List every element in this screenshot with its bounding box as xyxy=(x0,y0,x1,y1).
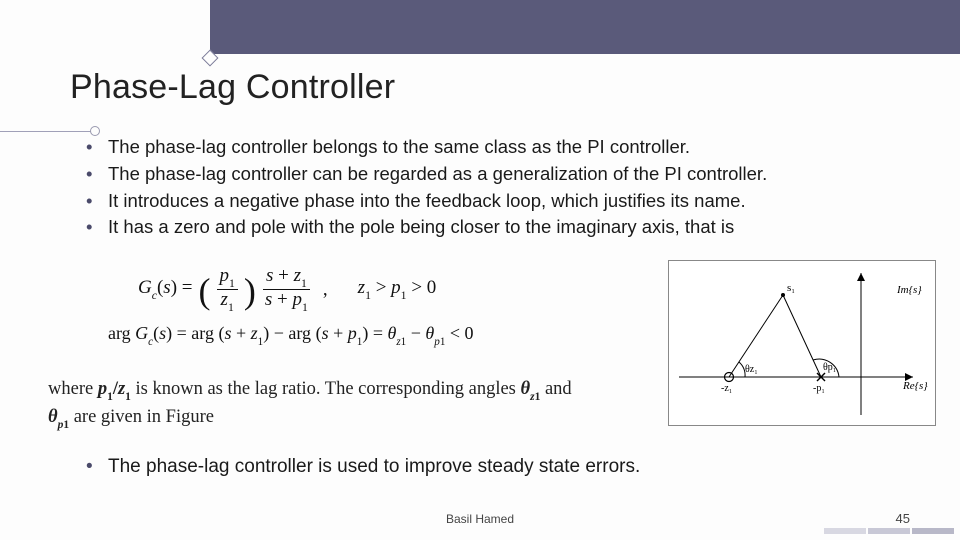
fraction-pz: p1 z1 xyxy=(217,266,238,313)
f-arg: arg xyxy=(288,323,315,343)
diag-mz: -z₁ xyxy=(721,383,732,394)
bullet-item: • The phase-lag controller can be regard… xyxy=(86,161,920,188)
f-1: 1 xyxy=(401,336,407,348)
f-z: z xyxy=(251,323,258,343)
f-s: s xyxy=(322,323,329,343)
bullet-item: • It has a zero and pole with the pole b… xyxy=(86,214,920,241)
bullet-text: It has a zero and pole with the pole bei… xyxy=(108,214,734,241)
f-G: G xyxy=(138,277,152,298)
w-theta: θ xyxy=(48,407,58,427)
big-paren-open: ( xyxy=(199,281,211,303)
fraction-sz-sp: s + z1 s + p1 xyxy=(262,266,311,313)
footer-author: Basil Hamed xyxy=(446,512,514,526)
formula-line-2: arg Gc(s) = arg (s + z1) − arg (s + p1) … xyxy=(108,323,668,347)
f-gt: > xyxy=(371,277,391,298)
bullet-text: The phase-lag controller belongs to the … xyxy=(108,134,690,161)
f-plus: + xyxy=(272,289,292,310)
f-minus: − xyxy=(406,323,425,343)
last-bullet-text: The phase-lag controller is used to impr… xyxy=(108,456,640,478)
w-prefix: where xyxy=(48,379,98,399)
f-1: 1 xyxy=(258,336,264,348)
f-1: 1 xyxy=(301,277,307,290)
f-1: 1 xyxy=(228,301,234,314)
formula-line-1: Gc(s) = ( p1 z1 ) s + z1 s + p1 , z1 > p… xyxy=(138,266,668,313)
f-p: p xyxy=(391,277,401,298)
bullet-dot: • xyxy=(86,134,108,161)
w-theta: θ xyxy=(521,379,531,399)
w-and: and xyxy=(540,379,571,399)
f-z: z xyxy=(358,277,365,298)
bullet-text: It introduces a negative phase into the … xyxy=(108,188,746,215)
f-comma: , xyxy=(323,279,328,301)
f-theta: θ xyxy=(425,323,434,343)
diag-s1: s₁ xyxy=(787,282,795,294)
f-p: p xyxy=(220,265,230,286)
f-z: z xyxy=(294,265,301,286)
f-p: p xyxy=(348,323,357,343)
diag-im: Im{s} xyxy=(896,284,922,296)
w-1: 1 xyxy=(535,391,541,403)
f-1: 1 xyxy=(365,289,371,302)
diag-thz: θz₁ xyxy=(745,364,758,375)
w-1: 1 xyxy=(63,419,69,431)
bullet-list: • The phase-lag controller belongs to th… xyxy=(86,134,920,241)
bullet-dot: • xyxy=(86,188,108,215)
w-mid: is known as the lag ratio. The correspon… xyxy=(131,379,521,399)
w-1: 1 xyxy=(107,391,113,403)
diag-re: Re{s} xyxy=(902,380,928,392)
f-z: z xyxy=(221,289,228,310)
f-1: 1 xyxy=(302,301,308,314)
f-c: c xyxy=(152,289,157,302)
f-1: 1 xyxy=(357,336,363,348)
f-gt: > xyxy=(407,277,427,298)
w-p: p xyxy=(98,379,107,399)
bullet-item: • It introduces a negative phase into th… xyxy=(86,188,920,215)
f-arg: arg xyxy=(191,323,218,343)
f-eq: ) = xyxy=(171,277,193,298)
f-1: 1 xyxy=(401,289,407,302)
w-tail: are given in Figure xyxy=(69,407,214,427)
f-s: s xyxy=(159,323,166,343)
footer-page-number: 45 xyxy=(896,511,910,526)
formula-block: Gc(s) = ( p1 z1 ) s + z1 s + p1 , z1 > p… xyxy=(138,266,668,347)
f-arg: arg xyxy=(108,323,135,343)
f-plus: + xyxy=(329,323,348,343)
f-1: 1 xyxy=(229,277,235,290)
f-plus: + xyxy=(273,265,293,286)
f-c: c xyxy=(148,336,153,348)
pole-zero-diagram: s₁ θz₁ θp₁ -z₁ -p₁ Im{s} Re{s} xyxy=(668,260,936,426)
f-theta: θ xyxy=(387,323,396,343)
bullet-item: • The phase-lag controller belongs to th… xyxy=(86,134,920,161)
where-text: where p1/z1 is known as the lag ratio. T… xyxy=(48,376,640,433)
diagram-svg: s₁ θz₁ θp₁ -z₁ -p₁ Im{s} Re{s} xyxy=(669,261,935,425)
diag-thp: θp₁ xyxy=(823,362,836,373)
header-bar xyxy=(210,0,960,54)
f-G: G xyxy=(135,323,148,343)
diag-mp: -p₁ xyxy=(813,383,825,394)
slide-title: Phase-Lag Controller xyxy=(70,68,395,107)
bullet-dot: • xyxy=(86,161,108,188)
left-rule xyxy=(0,131,96,132)
bullet-text: The phase-lag controller can be regarded… xyxy=(108,161,767,188)
f-eq: = xyxy=(172,323,191,343)
f-s: s xyxy=(163,277,170,298)
f-1: 1 xyxy=(440,336,446,348)
f-p: p xyxy=(293,289,303,310)
footer-ornament xyxy=(824,528,954,534)
f-0: 0 xyxy=(427,277,437,298)
bullet-dot: • xyxy=(86,456,108,478)
f-minus: − xyxy=(269,323,288,343)
last-bullet: • The phase-lag controller is used to im… xyxy=(86,456,920,478)
f-eq: = xyxy=(368,323,387,343)
w-1: 1 xyxy=(125,391,131,403)
f-lt0: < 0 xyxy=(445,323,473,343)
big-paren-close: ) xyxy=(244,281,256,303)
bullet-dot: • xyxy=(86,214,108,241)
f-plus: + xyxy=(231,323,250,343)
